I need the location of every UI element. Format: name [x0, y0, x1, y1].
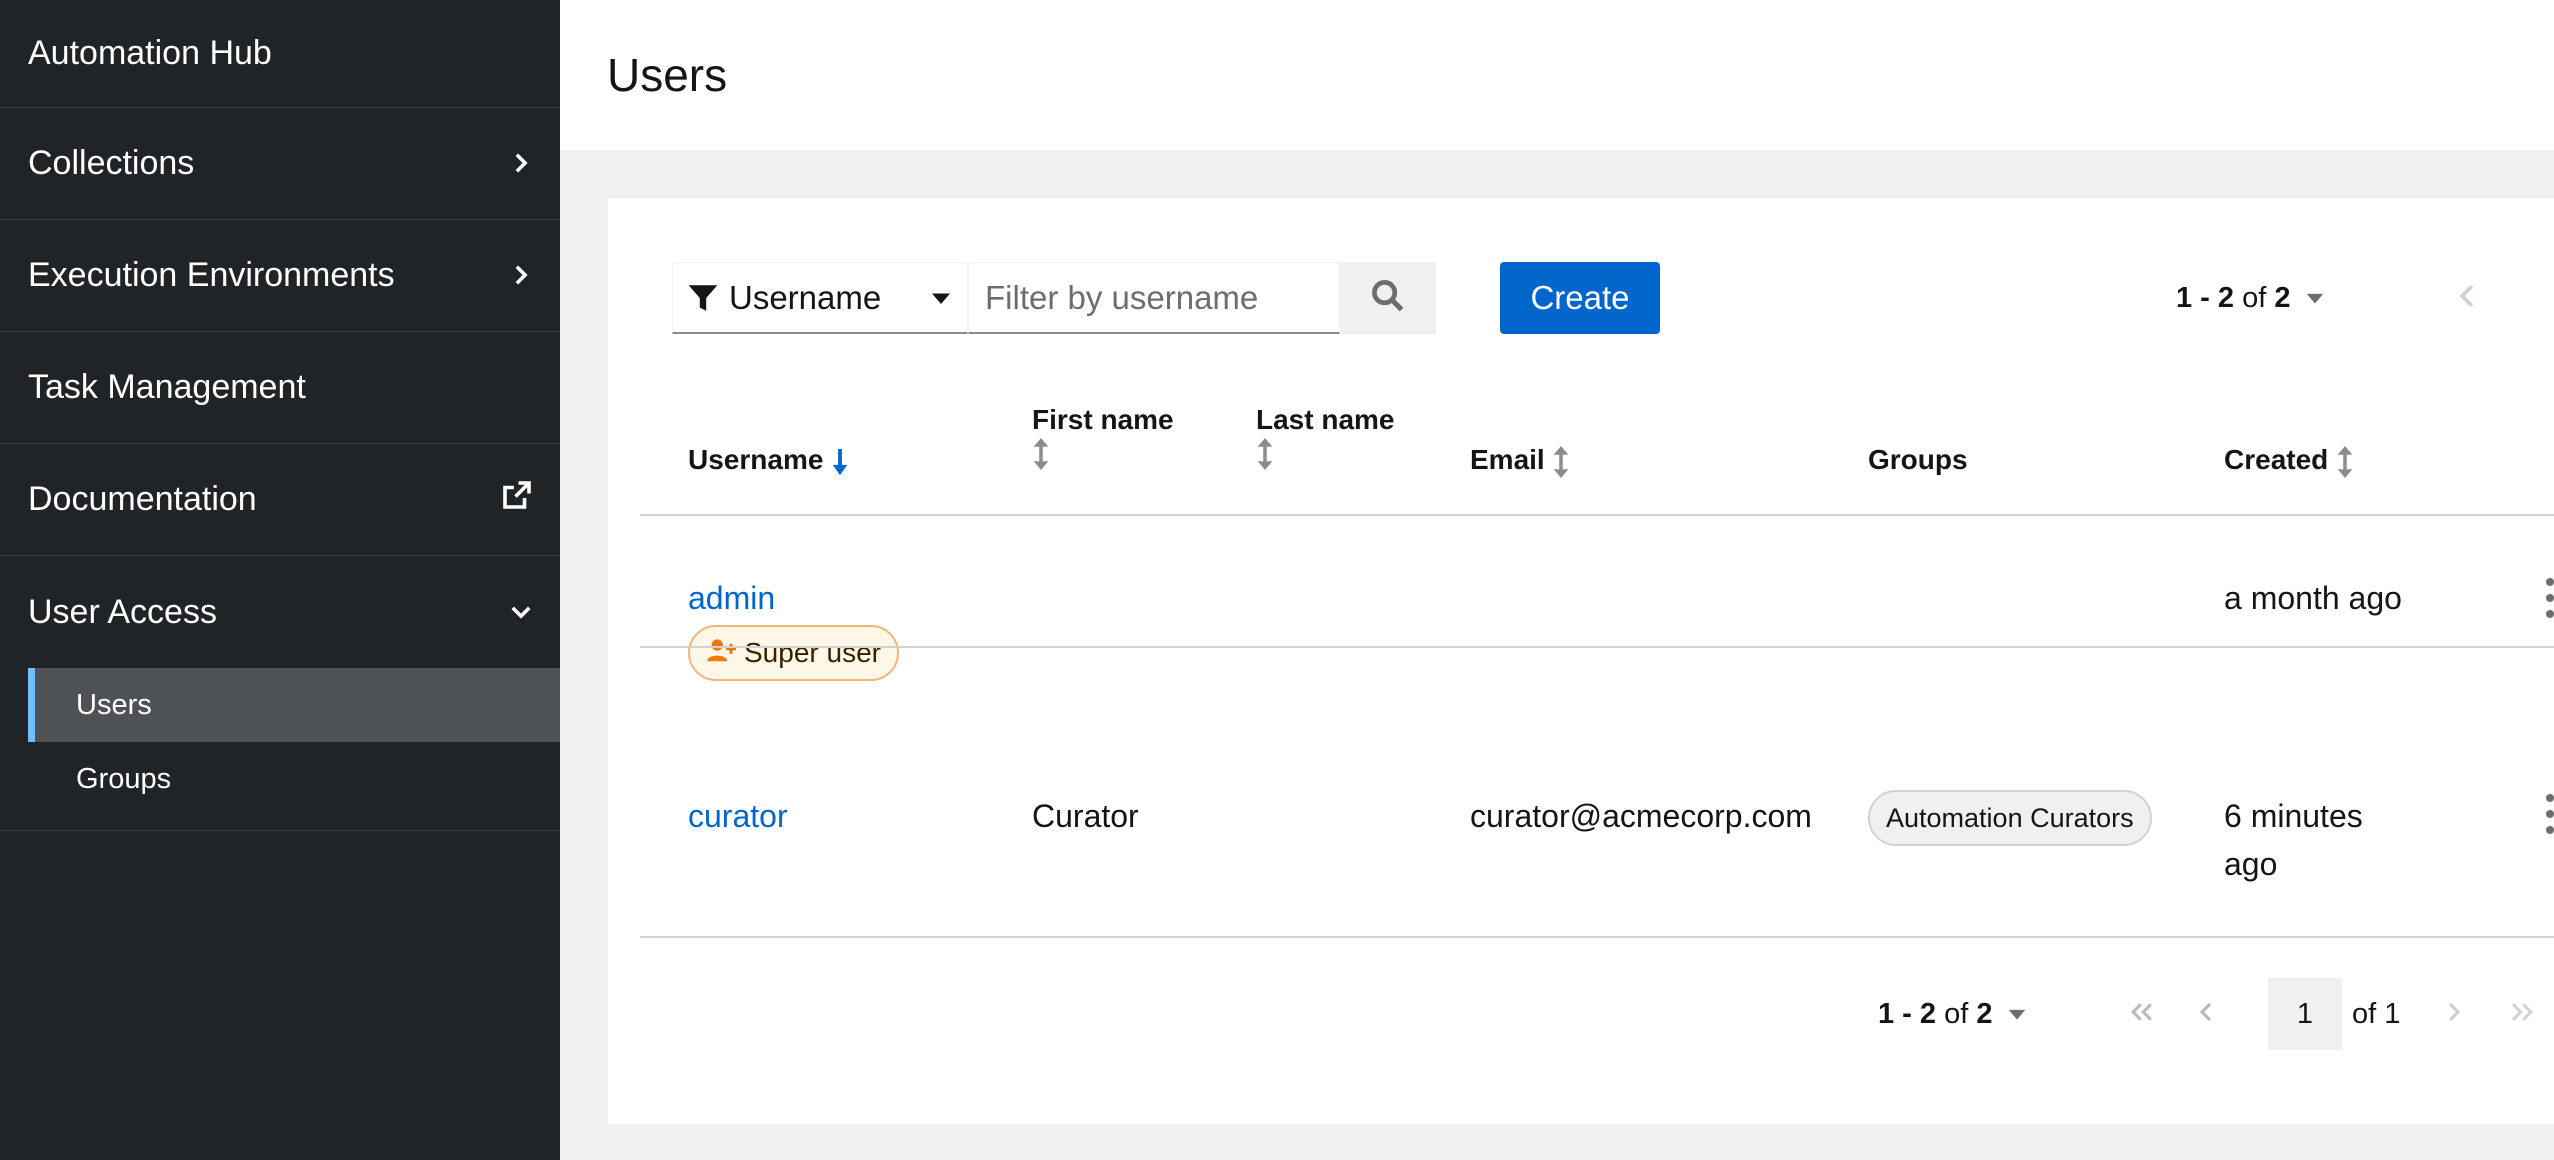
- sidebar-item-label: Documentation: [28, 480, 257, 518]
- created-value: a month ago: [2224, 580, 2402, 616]
- caret-down-icon: [929, 286, 953, 310]
- sort-down-icon: [831, 444, 849, 475]
- sidebar-subitem-label: Users: [76, 688, 152, 721]
- column-header-label: Last name: [1256, 404, 1395, 435]
- column-header-created[interactable]: Created: [2224, 444, 2354, 478]
- caret-down-icon: [1992, 1003, 2028, 1025]
- column-header-label: Groups: [1868, 444, 1968, 475]
- angle-right-icon: [2446, 999, 2462, 1030]
- table-divider: [640, 646, 2554, 648]
- toolbar: Username Create 1 - 2 of 2: [672, 262, 2554, 334]
- angle-double-right-icon: [2508, 999, 2536, 1030]
- group-chip: Automation Curators: [1868, 790, 2152, 846]
- create-button[interactable]: Create: [1500, 262, 1660, 334]
- app-title: Automation Hub: [0, 0, 560, 108]
- angle-left-icon: [2456, 283, 2478, 314]
- search-button[interactable]: [1340, 262, 1436, 334]
- page-header: Users: [560, 0, 2554, 150]
- filter-input[interactable]: [968, 262, 1340, 334]
- sidebar-item-label: Execution Environments: [28, 256, 395, 294]
- username-link[interactable]: curator: [688, 798, 788, 835]
- pagination-toggle-top[interactable]: 1 - 2 of 2: [2176, 262, 2326, 334]
- user-plus-icon: [706, 637, 744, 670]
- sidebar-item-execution-environments[interactable]: Execution Environments: [0, 220, 560, 332]
- pagination-total: 2: [1976, 997, 1993, 1030]
- sort-icon: [2336, 444, 2354, 478]
- sidebar: Automation Hub Collections Execution Env…: [0, 0, 560, 1160]
- filter-attribute-select[interactable]: Username: [672, 262, 968, 334]
- pagination-of: of: [2242, 281, 2267, 314]
- pagination-total: 2: [2274, 281, 2291, 314]
- users-card: Username Create 1 - 2 of 2 Username: [608, 198, 2554, 1124]
- next-page-button[interactable]: [2446, 978, 2462, 1050]
- chevron-down-icon: [510, 593, 532, 632]
- filter-icon: [687, 282, 719, 314]
- user-access-subnav: Users Groups: [0, 668, 560, 831]
- previous-page-button[interactable]: [2456, 262, 2478, 334]
- sidebar-item-user-access[interactable]: User Access: [0, 556, 560, 668]
- created-value-line1: 6 minutes: [2224, 798, 2363, 834]
- column-header-label: Username: [688, 444, 824, 475]
- search-icon: [1371, 279, 1405, 318]
- table-divider: [640, 936, 2554, 938]
- sidebar-item-groups[interactable]: Groups: [28, 742, 560, 816]
- row-actions-kebab[interactable]: [2546, 578, 2554, 618]
- username-link[interactable]: admin: [688, 580, 775, 617]
- column-header-label: First name: [1032, 404, 1174, 435]
- sort-icon: [1256, 436, 1274, 470]
- angle-left-icon: [2198, 999, 2214, 1030]
- sort-icon: [1552, 444, 1570, 478]
- first-page-button[interactable]: [2128, 978, 2156, 1050]
- column-header-username[interactable]: Username: [688, 444, 849, 478]
- pagination-of: of: [1944, 997, 1969, 1030]
- sidebar-item-collections[interactable]: Collections: [0, 108, 560, 220]
- page-count: of 1: [2352, 997, 2401, 1030]
- sidebar-item-label: Task Management: [28, 368, 306, 406]
- last-page-button[interactable]: [2508, 978, 2536, 1050]
- super-user-badge: Super user: [688, 625, 899, 681]
- sidebar-item-label: User Access: [28, 592, 217, 631]
- current-page-input[interactable]: 1: [2268, 978, 2342, 1050]
- caret-down-icon: [2290, 287, 2326, 309]
- app-title-text: Automation Hub: [28, 34, 272, 72]
- sidebar-item-task-management[interactable]: Task Management: [0, 332, 560, 444]
- pagination-toggle-bottom[interactable]: 1 - 2 of 2: [1878, 978, 2028, 1050]
- column-header-first-name[interactable]: First name: [1032, 404, 1174, 470]
- badge-label: Super user: [744, 637, 881, 668]
- column-header-label: Email: [1470, 444, 1545, 475]
- angle-double-left-icon: [2128, 999, 2156, 1030]
- chevron-right-icon: [510, 256, 532, 295]
- external-link-icon: [502, 480, 532, 519]
- sidebar-item-users[interactable]: Users: [28, 668, 560, 742]
- previous-page-button[interactable]: [2198, 978, 2214, 1050]
- sidebar-item-label: Collections: [28, 144, 195, 182]
- row-actions-kebab[interactable]: [2546, 794, 2554, 834]
- column-header-last-name[interactable]: Last name: [1256, 404, 1395, 470]
- first-name-value: Curator: [1032, 798, 1139, 834]
- sort-icon: [1032, 436, 1050, 470]
- sidebar-item-documentation[interactable]: Documentation: [0, 444, 560, 556]
- sidebar-subitem-label: Groups: [76, 762, 172, 795]
- column-header-label: Created: [2224, 444, 2329, 475]
- pagination-range: 1 - 2: [2176, 281, 2235, 314]
- column-header-email[interactable]: Email: [1470, 444, 1570, 478]
- created-value-line2: ago: [2224, 846, 2278, 882]
- email-value: curator@acmecorp.com: [1470, 798, 1812, 834]
- table-divider: [640, 514, 2554, 516]
- filter-attribute-label: Username: [729, 278, 882, 316]
- pagination-range: 1 - 2: [1878, 997, 1937, 1030]
- column-header-groups: Groups: [1868, 444, 1968, 476]
- chevron-right-icon: [510, 144, 532, 183]
- page-title: Users: [607, 49, 728, 101]
